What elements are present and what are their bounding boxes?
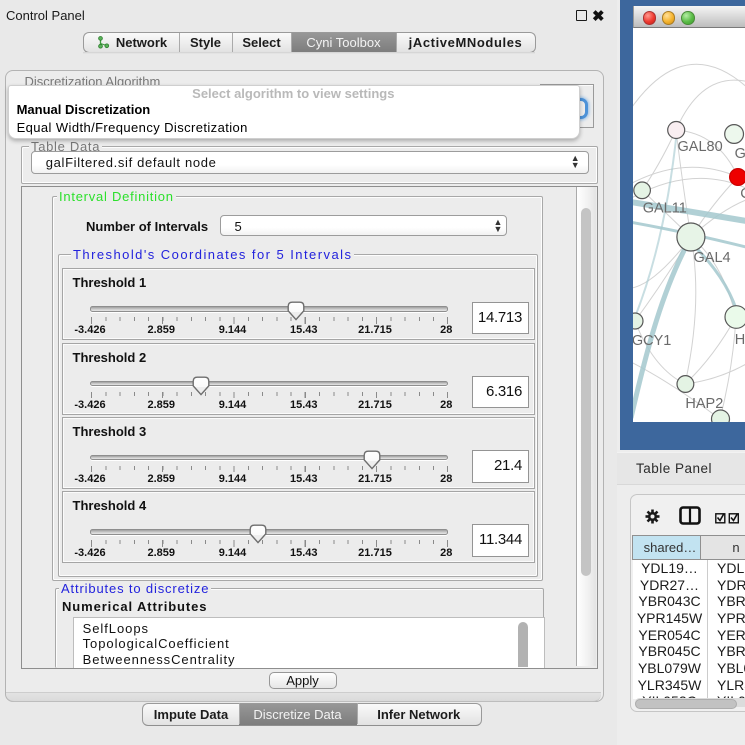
svg-text:HAP2: HAP2: [685, 396, 723, 412]
svg-text:H: H: [734, 332, 744, 348]
svg-text:G: G: [734, 146, 745, 162]
svg-text:GAL11: GAL11: [642, 201, 686, 217]
svg-text:C: C: [740, 186, 745, 202]
svg-text:GCY1: GCY1: [633, 333, 671, 349]
svg-text:GAL4: GAL4: [693, 250, 730, 266]
svg-text:GAL80: GAL80: [677, 139, 722, 155]
